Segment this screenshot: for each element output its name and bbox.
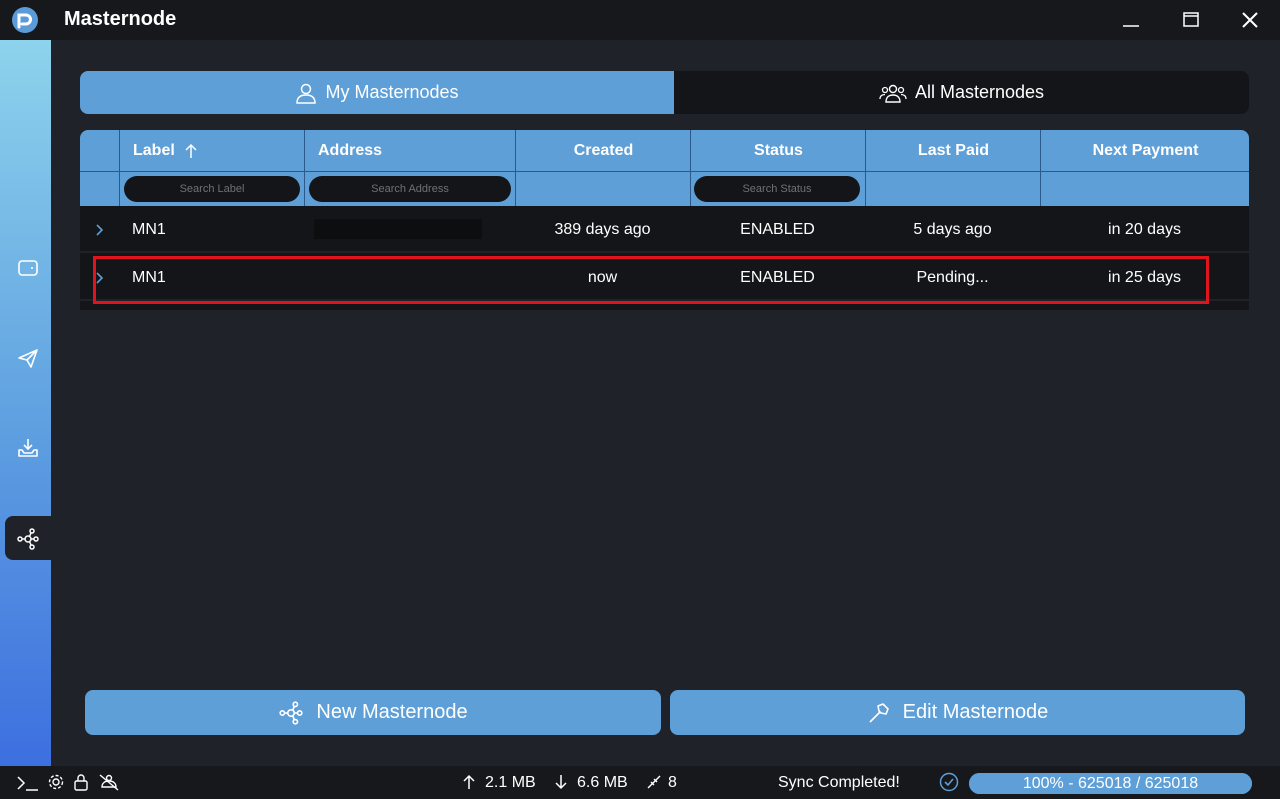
edit-masternode-label: Edit Masternode bbox=[902, 701, 1049, 723]
minimize-icon bbox=[1123, 25, 1139, 27]
hammer-icon bbox=[869, 702, 889, 723]
sidebar-item-wallet[interactable] bbox=[6, 246, 50, 290]
column-header-next-payment: Next Payment bbox=[1092, 142, 1199, 159]
sort-ascending-icon bbox=[185, 143, 197, 158]
sidebar-item-masternodes[interactable] bbox=[5, 516, 51, 560]
cell-last-paid: 5 days ago bbox=[913, 221, 992, 238]
tor-off-icon[interactable] bbox=[98, 773, 120, 791]
cell-address-redacted bbox=[314, 219, 482, 239]
column-header-created: Created bbox=[573, 142, 634, 159]
download-amount: 6.6 MB bbox=[577, 774, 628, 791]
column-header-status: Status bbox=[754, 142, 803, 159]
p-logo-icon bbox=[12, 7, 38, 33]
title-bar: Masternode bbox=[0, 0, 1280, 40]
sidebar-item-receive[interactable] bbox=[6, 426, 50, 470]
users-icon bbox=[879, 84, 907, 103]
cell-created: 389 days ago bbox=[554, 221, 651, 238]
peers-icon bbox=[647, 775, 661, 789]
minimize-button[interactable] bbox=[1101, 0, 1161, 40]
sync-status: Sync Completed! bbox=[778, 774, 900, 791]
column-last-paid[interactable]: Last Paid bbox=[865, 130, 1040, 206]
highlight-box bbox=[93, 256, 1209, 304]
column-header-address: Address bbox=[318, 142, 383, 159]
maximize-button[interactable] bbox=[1161, 0, 1221, 40]
network-icon bbox=[279, 700, 304, 725]
terminal-icon[interactable] bbox=[16, 773, 40, 793]
receive-icon bbox=[18, 439, 38, 457]
tab-label: All Masternodes bbox=[914, 82, 1045, 102]
column-header-last-paid: Last Paid bbox=[917, 142, 990, 159]
cell-label: MN1 bbox=[132, 221, 166, 238]
search-status-input[interactable] bbox=[694, 176, 860, 202]
send-icon bbox=[18, 349, 38, 368]
close-icon bbox=[1242, 12, 1258, 28]
network-icon bbox=[17, 528, 39, 550]
column-created[interactable]: Created bbox=[515, 130, 690, 206]
upload-amount: 2.1 MB bbox=[485, 774, 536, 791]
table-row[interactable]: MN1 389 days ago ENABLED 5 days ago in 2… bbox=[80, 207, 1249, 253]
upload-icon bbox=[463, 774, 475, 789]
cell-next-payment: in 20 days bbox=[1108, 221, 1181, 238]
download-icon bbox=[555, 775, 567, 790]
masternode-tabs: My Masternodes All Masternodes bbox=[80, 71, 1249, 114]
cell-status: ENABLED bbox=[740, 221, 815, 238]
gear-icon[interactable] bbox=[47, 773, 65, 791]
new-masternode-button[interactable]: New Masternode bbox=[85, 690, 661, 735]
search-label-input[interactable] bbox=[124, 176, 300, 202]
new-masternode-label: New Masternode bbox=[316, 701, 468, 723]
sidebar-item-send[interactable] bbox=[6, 336, 50, 380]
tab-all-masternodes[interactable]: All Masternodes bbox=[674, 71, 1249, 114]
tab-label: My Masternodes bbox=[325, 82, 459, 102]
close-button[interactable] bbox=[1220, 0, 1280, 40]
filter-divider bbox=[80, 171, 1249, 172]
wallet-icon bbox=[18, 260, 38, 276]
app-title: Masternode bbox=[64, 8, 177, 30]
sidebar bbox=[0, 40, 51, 766]
lock-icon[interactable] bbox=[73, 773, 89, 791]
edit-masternode-button[interactable]: Edit Masternode bbox=[670, 690, 1245, 735]
user-icon bbox=[296, 83, 317, 104]
maximize-icon bbox=[1183, 12, 1199, 27]
tab-my-masternodes[interactable]: My Masternodes bbox=[80, 71, 674, 114]
column-header-label: Label bbox=[133, 142, 175, 159]
chevron-right-icon[interactable] bbox=[95, 223, 105, 237]
peers-count: 8 bbox=[668, 774, 677, 791]
sync-progress-text: 100% - 625018 / 625018 bbox=[1022, 775, 1199, 792]
search-address-input[interactable] bbox=[309, 176, 511, 202]
sync-progress-bar: 100% - 625018 / 625018 bbox=[969, 773, 1252, 794]
check-circle-icon bbox=[939, 772, 959, 792]
table-header: Label Address Created Status Last Paid N… bbox=[80, 130, 1249, 206]
column-next-payment[interactable]: Next Payment bbox=[1040, 130, 1249, 206]
